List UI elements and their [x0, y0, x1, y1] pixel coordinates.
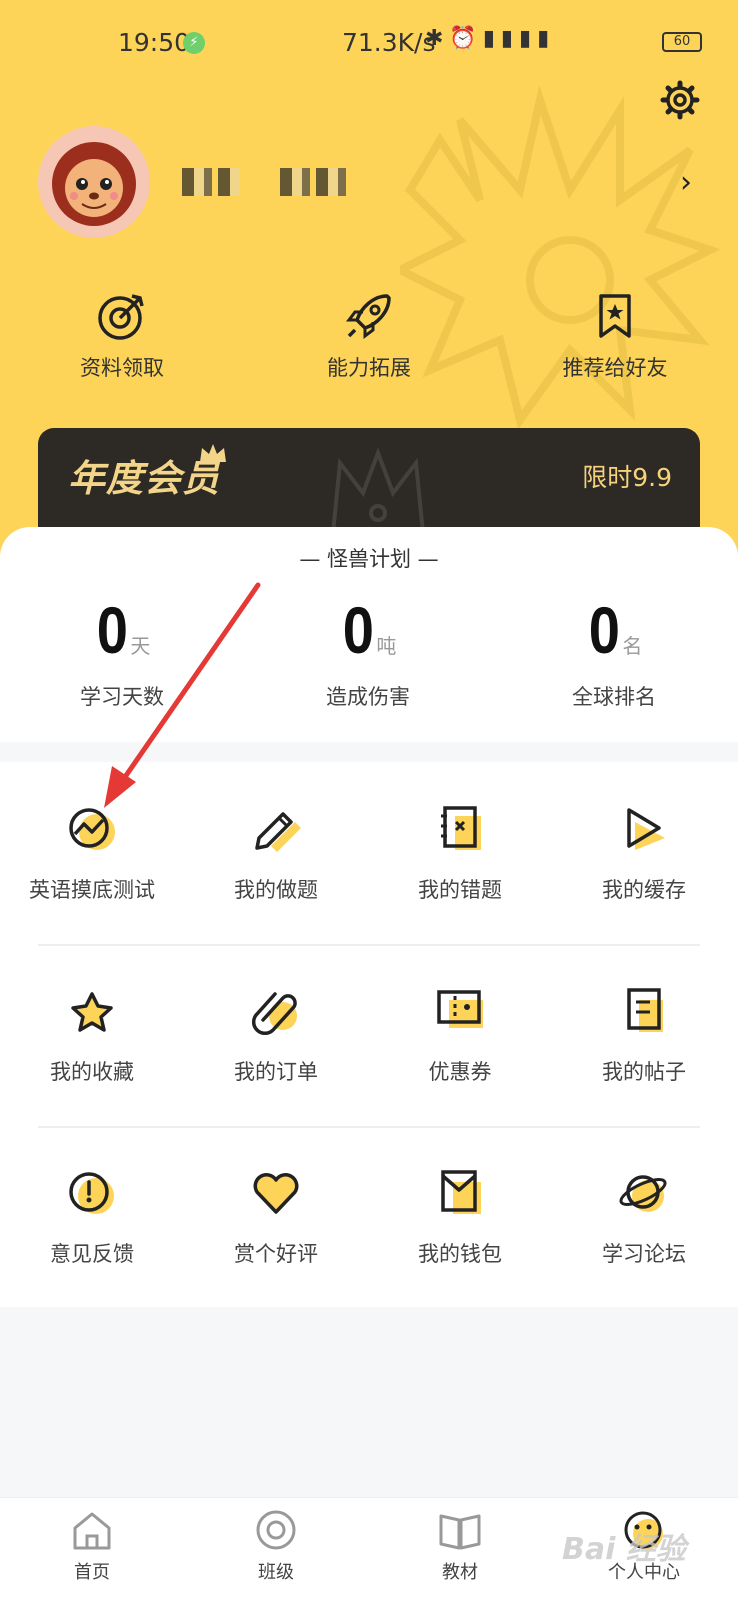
star-icon [71, 992, 113, 1032]
stat-label: 全球排名 [572, 685, 656, 709]
chart-trend-icon [69, 808, 115, 850]
plan-title: — 怪兽计划 — [299, 547, 439, 571]
shortcut-recommend[interactable]: 推荐给好友 [540, 290, 690, 382]
menu-label: 我的缓存 [602, 878, 686, 902]
menu-item-wallet[interactable]: 我的钱包 [368, 1126, 552, 1308]
stat-value: 0 [342, 593, 374, 667]
menu-item-placement-test[interactable]: 英语摸底测试 [0, 762, 184, 944]
planet-icon [619, 1175, 667, 1212]
mascot-watermark-icon [400, 85, 720, 430]
grid-row: 意见反馈 赏个好评 我的钱包 学习论坛 [0, 1126, 738, 1308]
status-icons: ✱⏰▮▮▮▮ [425, 26, 556, 51]
grid-row: 我的收藏 我的订单 优惠券 我的帖子 [0, 944, 738, 1126]
menu-item-wrong-questions[interactable]: 我的错题 [368, 762, 552, 944]
menu-item-forum[interactable]: 学习论坛 [552, 1126, 736, 1308]
pencil-icon [255, 812, 301, 852]
crown-watermark-icon [330, 448, 426, 535]
menu-label: 英语摸底测试 [29, 878, 155, 902]
monster-plan-card: — 怪兽计划 — 0天 学习天数 0吨 造成伤害 0名 全球排名 [0, 527, 738, 742]
tab-label: 教材 [442, 1562, 478, 1583]
home-icon [73, 1512, 111, 1550]
menu-label: 意见反馈 [50, 1242, 134, 1266]
menu-item-coupons[interactable]: 优惠券 [368, 944, 552, 1126]
network-speed: 71.3K/s [342, 28, 436, 57]
menu-label: 我的做题 [234, 878, 318, 902]
ticket-icon [437, 990, 483, 1028]
settings-gear-icon[interactable] [660, 80, 700, 120]
heart-icon [253, 1173, 299, 1214]
class-icon [256, 1510, 296, 1550]
shortcut-label: 能力拓展 [327, 356, 411, 380]
username-blurred [280, 168, 350, 196]
stat-unit: 名 [622, 634, 643, 658]
menu-item-my-practice[interactable]: 我的做题 [184, 762, 368, 944]
stat-global-rank: 0名 全球排名 [524, 597, 704, 711]
menu-item-favorites[interactable]: 我的收藏 [0, 944, 184, 1126]
menu-item-orders[interactable]: 我的订单 [184, 944, 368, 1126]
shortcut-label: 资料领取 [80, 356, 164, 380]
charging-icon: ⚡ [183, 32, 205, 54]
stat-unit: 吨 [376, 634, 397, 658]
menu-label: 我的收藏 [50, 1060, 134, 1084]
lion-avatar-icon [52, 142, 136, 226]
status-time: 19:50 [118, 28, 191, 57]
chevron-right-icon[interactable]: › [680, 165, 692, 200]
tab-label: 班级 [258, 1562, 294, 1583]
wrong-notebook-icon [441, 806, 481, 850]
username-blurred [182, 168, 240, 196]
shortcut-materials[interactable]: 资料领取 [47, 290, 197, 382]
wallet-icon [441, 1170, 481, 1214]
stat-label: 造成伤害 [326, 685, 410, 709]
crown-icon [200, 444, 226, 462]
grid-row: 英语摸底测试 我的做题 我的错题 我的缓存 [0, 762, 738, 944]
menu-item-feedback[interactable]: 意见反馈 [0, 1126, 184, 1308]
menu-label: 我的帖子 [602, 1060, 686, 1084]
avatar[interactable] [38, 126, 150, 238]
menu-label: 学习论坛 [602, 1242, 686, 1266]
paperclip-icon [251, 992, 297, 1036]
document-icon [627, 988, 663, 1032]
stat-unit: 天 [130, 634, 151, 658]
status-bar: 19:50 ⚡ 71.3K/s ✱⏰▮▮▮▮ 60 [0, 0, 738, 86]
target-icon [98, 294, 144, 340]
feature-grid: 英语摸底测试 我的做题 我的错题 我的缓存 我的收藏 我的订单 优惠券 我的帖子… [0, 762, 738, 1307]
menu-item-my-posts[interactable]: 我的帖子 [552, 944, 736, 1126]
tab-home[interactable]: 首页 [0, 1498, 184, 1600]
stat-study-days: 0天 学习天数 [32, 597, 212, 711]
bookmark-star-icon [599, 294, 631, 338]
exclamation-icon [69, 1172, 114, 1214]
tab-textbook[interactable]: 教材 [368, 1498, 552, 1600]
stat-value: 0 [588, 593, 620, 667]
menu-item-my-cache[interactable]: 我的缓存 [552, 762, 736, 944]
menu-label: 优惠券 [428, 1060, 492, 1084]
battery-icon: 60 [662, 32, 702, 52]
membership-price: 限时9.9 [582, 463, 672, 492]
shortcut-label: 推荐给好友 [562, 356, 668, 380]
menu-label: 赏个好评 [234, 1242, 318, 1266]
stat-label: 学习天数 [80, 685, 164, 709]
play-icon [627, 808, 665, 850]
tab-class[interactable]: 班级 [184, 1498, 368, 1600]
tab-label: 首页 [74, 1562, 110, 1583]
profile-header: 19:50 ⚡ 71.3K/s ✱⏰▮▮▮▮ 60 › 资料领取 能力拓展 推荐… [0, 0, 738, 560]
stat-value: 0 [96, 593, 128, 667]
menu-label: 我的错题 [418, 878, 502, 902]
menu-label: 我的钱包 [418, 1242, 502, 1266]
baidu-watermark: Bai 经验 [562, 1532, 686, 1567]
menu-label: 我的订单 [234, 1060, 318, 1084]
book-icon [439, 1514, 481, 1550]
stat-damage: 0吨 造成伤害 [278, 597, 458, 711]
shortcut-ability[interactable]: 能力拓展 [294, 290, 444, 382]
menu-item-rate-us[interactable]: 赏个好评 [184, 1126, 368, 1308]
rocket-icon [346, 294, 391, 339]
